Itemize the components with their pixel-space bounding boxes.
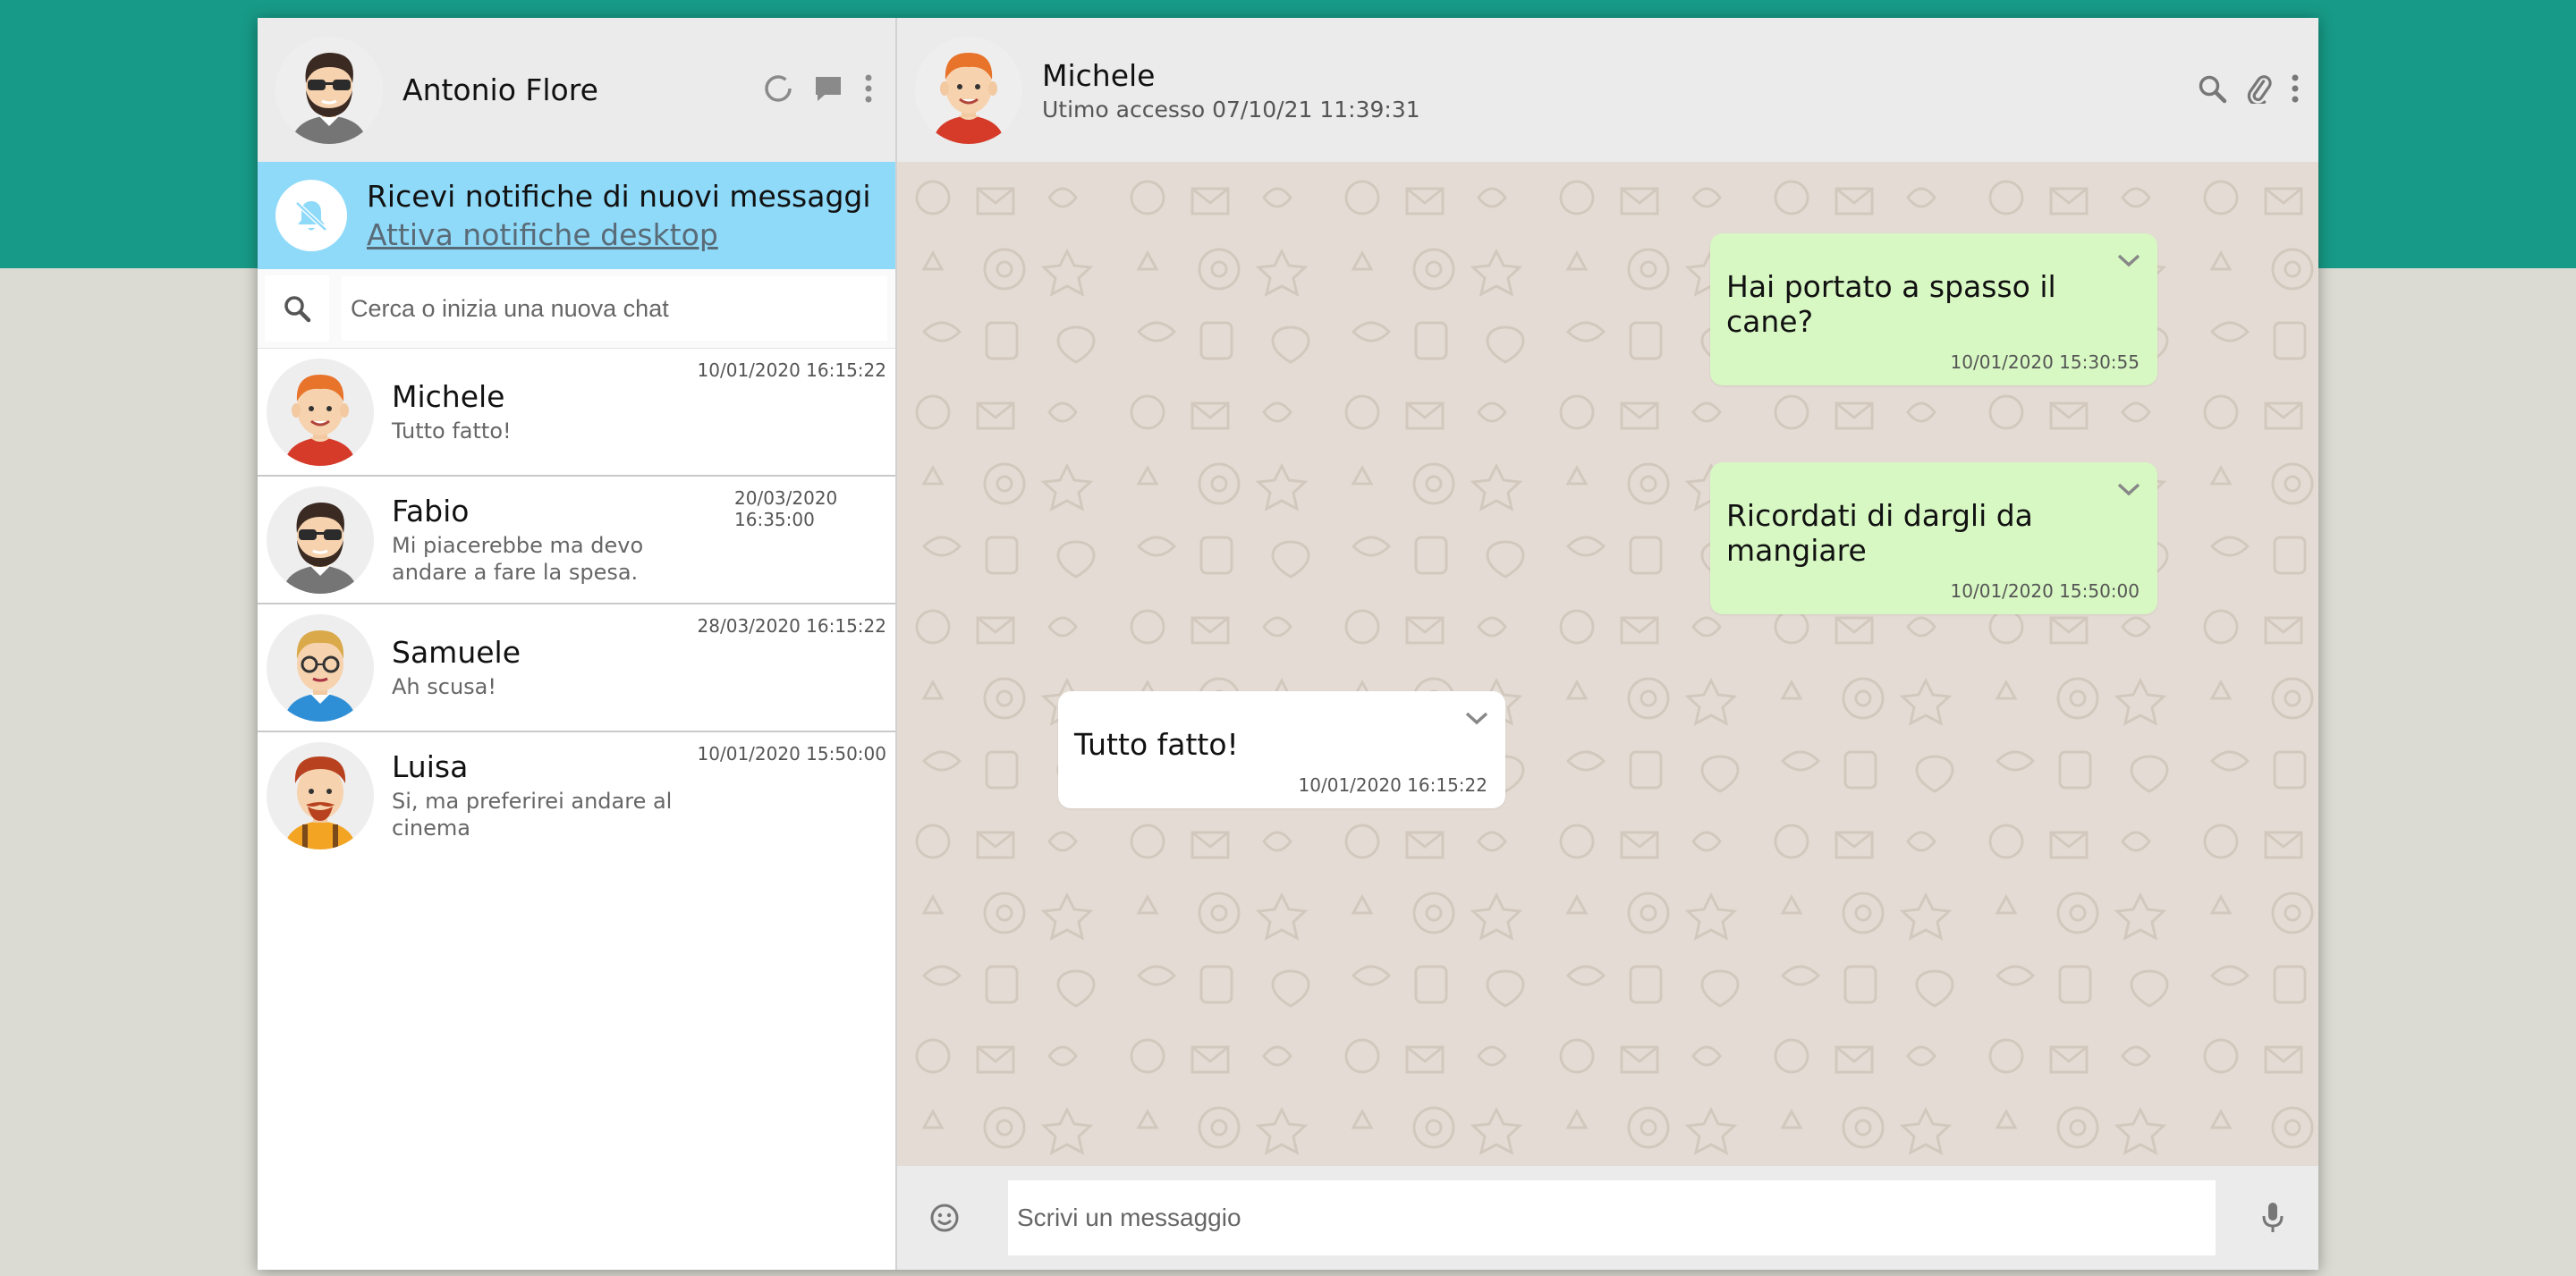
conversation-actions [2197,73,2301,104]
chat-last-message: Ah scusa! [392,674,496,699]
avatar [267,741,374,849]
chevron-down-icon[interactable] [2116,482,2141,502]
smiley-icon[interactable] [929,1203,960,1233]
microphone-icon[interactable] [2261,1201,2284,1235]
message-received: Tutto fatto! 10/01/2020 16:15:22 [1058,691,1505,808]
chat-info: Samuele Ah scusa! [392,635,723,700]
message-text: Tutto fatto! [1074,727,1239,762]
avatar [267,486,374,594]
message-text: Ricordati di dargli da mangiare [1726,498,2033,568]
chat-item-fabio[interactable]: Fabio Mi piacerebbe ma devo andare a far… [258,477,895,604]
message-text: Hai portato a spasso il cane? [1726,269,2056,339]
chat-info: Michele Tutto fatto! [392,379,723,444]
chat-name: Fabio [392,494,470,528]
notification-title: Ricevi notifiche di nuovi messaggi [367,179,871,214]
chat-last-message: Tutto fatto! [392,418,512,444]
chat-name: Michele [392,379,505,414]
conversation-panel: Michele Utimo accesso 07/10/21 11:39:31 [897,18,2318,1270]
search-icon[interactable] [2197,73,2227,104]
avatar [267,358,374,466]
message-area[interactable]: Hai portato a spasso il cane? 10/01/2020… [897,162,2318,1166]
contact-info: Michele Utimo accesso 07/10/21 11:39:31 [1042,58,1420,123]
message-input[interactable] [1008,1180,2216,1255]
message-time: 10/01/2020 15:30:55 [1950,351,2140,373]
chat-timestamp: 28/03/2020 16:15:22 [697,615,886,637]
message-time: 10/01/2020 16:15:22 [1298,774,1487,796]
chat-last-message: Si, ma preferirei andare al cinema [392,789,673,841]
user-header: Antonio Flore [258,18,895,162]
chat-info: Fabio Mi piacerebbe ma devo andare a far… [392,494,723,586]
paperclip-icon[interactable] [2243,73,2274,104]
chat-timestamp: 10/01/2020 16:15:22 [697,359,886,381]
vertical-dots-icon[interactable] [2290,73,2301,104]
enable-notifications-link[interactable]: Attiva notifiche desktop [367,217,871,252]
chat-timestamp: 20/03/2020 16:35:00 [734,487,838,530]
vertical-dots-icon[interactable] [863,73,874,104]
message-time: 10/01/2020 15:50:00 [1950,580,2140,602]
contact-name: Michele [1042,57,1156,93]
chat-app-window: Antonio Flore Ricevi notifiche di nuovi … [258,18,2318,1270]
chat-item-samuele[interactable]: Samuele Ah scusa! 28/03/2020 16:15:22 [258,604,895,732]
search-input[interactable] [342,276,887,341]
message-sent: Hai portato a spasso il cane? 10/01/2020… [1710,233,2157,385]
conversation-header: Michele Utimo accesso 07/10/21 11:39:31 [897,18,2318,162]
message-composer [897,1166,2318,1270]
user-avatar[interactable] [275,36,383,144]
bell-off-icon [275,180,347,251]
chat-timestamp: 10/01/2020 15:50:00 [697,743,886,765]
contact-last-seen: Utimo accesso 07/10/21 11:39:31 [1042,96,1420,123]
chevron-down-icon[interactable] [2116,253,2141,273]
chat-name: Samuele [392,635,521,670]
user-name: Antonio Flore [402,72,598,107]
left-panel: Antonio Flore Ricevi notifiche di nuovi … [258,18,897,1270]
chat-name: Luisa [392,749,469,784]
status-ring-icon[interactable] [763,73,793,104]
notification-banner: Ricevi notifiche di nuovi messaggi Attiv… [258,162,895,269]
chevron-down-icon[interactable] [1464,711,1489,731]
avatar [267,613,374,722]
chat-item-luisa[interactable]: Luisa Si, ma preferirei andare al cinema… [258,732,895,858]
chat-last-message: Mi piacerebbe ma devo andare a fare la s… [392,533,644,585]
user-header-actions [763,73,874,104]
chat-item-michele[interactable]: Michele Tutto fatto! 10/01/2020 16:15:22 [258,349,895,477]
chat-list: Michele Tutto fatto! 10/01/2020 16:15:22… [258,349,895,858]
chat-info: Luisa Si, ma preferirei andare al cinema [392,749,723,841]
message-sent: Ricordati di dargli da mangiare 10/01/20… [1710,462,2157,614]
contact-avatar[interactable] [915,36,1022,144]
chat-bubble-icon[interactable] [813,73,843,104]
search-icon[interactable] [265,275,329,342]
notification-text: Ricevi notifiche di nuovi messaggi Attiv… [367,179,871,252]
search-bar [258,269,895,349]
